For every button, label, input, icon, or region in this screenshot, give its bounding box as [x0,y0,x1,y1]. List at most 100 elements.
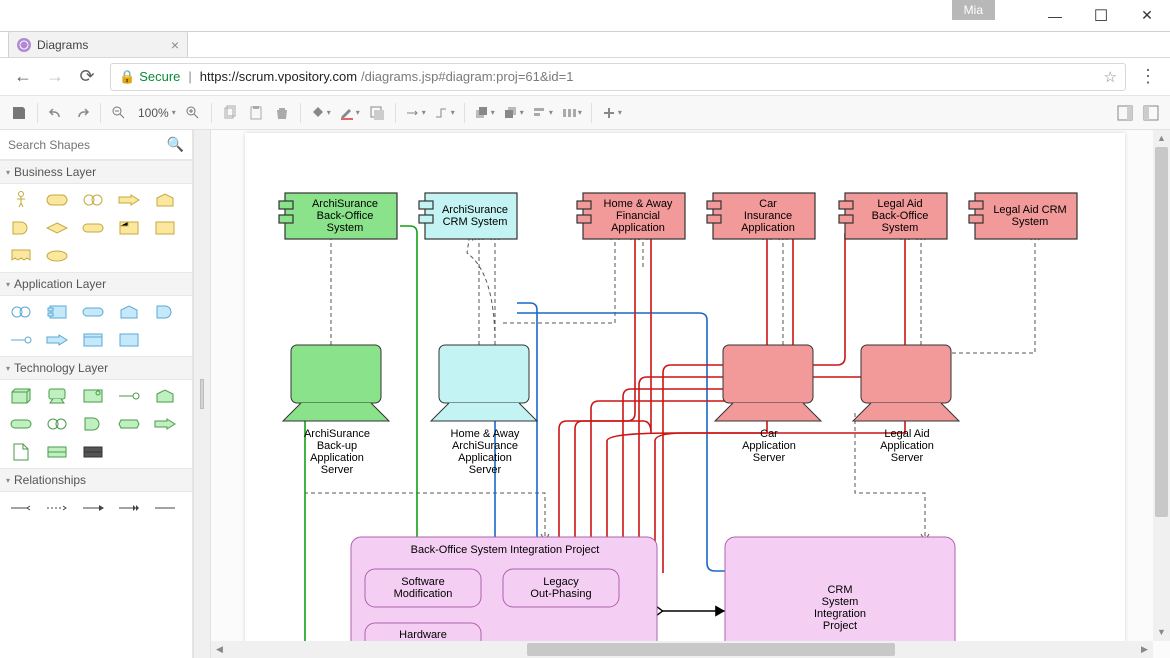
shape-interface-icon[interactable] [10,220,32,236]
shape-appcomp-icon[interactable] [46,304,68,320]
shape-appinterface-icon[interactable] [154,304,176,320]
tab-close-icon[interactable]: × [171,37,179,53]
shape-appinteract-line-icon[interactable] [10,332,32,348]
address-bar[interactable]: 🔒 Secure | https://scrum.vpository.com/d… [110,63,1126,91]
paste-button[interactable] [243,100,269,126]
shape-product-icon[interactable] [118,220,140,236]
vertical-scrollbar[interactable]: ▲▼ [1153,130,1170,641]
palette-group-business[interactable]: Business Layer [0,160,192,184]
shape-techcollab-icon[interactable] [46,416,68,432]
shape-techfunc-icon[interactable] [154,388,176,404]
device-home-away-server[interactable]: Home & Away ArchiSurance Application Ser… [431,345,537,476]
address-path: /diagrams.jsp#diagram:proj=61&id=1 [361,69,573,84]
bookmark-star-icon[interactable]: ☆ [1104,68,1117,86]
to-back-button[interactable] [499,100,528,126]
shadow-button[interactable] [364,100,390,126]
nav-back-button[interactable]: ← [8,62,38,92]
shape-techinterface-icon[interactable] [118,388,140,404]
window-maximize-button[interactable] [1078,0,1124,32]
rel-used-icon[interactable] [46,500,68,516]
zoom-level-dropdown[interactable]: 100% [132,100,180,126]
distribute-button[interactable] [557,100,586,126]
shape-service-icon[interactable] [46,220,68,236]
project-backoffice-integration[interactable]: Back-Office System Integration Project S… [351,537,657,658]
search-shapes-input[interactable] [8,138,167,152]
palette-group-application[interactable]: Application Layer [0,272,192,296]
shape-node-icon[interactable] [10,388,32,404]
shape-techarrow-icon[interactable] [154,416,176,432]
device-car-server[interactable]: Car Application Server [715,345,821,464]
nav-forward-button[interactable]: → [40,62,70,92]
waypoint-button[interactable] [430,100,459,126]
shape-techinterfacehalf-icon[interactable] [82,416,104,432]
shape-value-icon[interactable] [46,248,68,264]
diagram-canvas[interactable]: ArchiSurance Back-Office System ArchiSur… [245,133,1125,658]
outline-panel-button[interactable] [1138,100,1164,126]
delete-button[interactable] [269,100,295,126]
shape-appfunc-icon[interactable] [118,304,140,320]
insert-button[interactable] [597,100,626,126]
browser-menu-button[interactable]: ⋮ [1134,66,1162,87]
shape-appcollab-icon[interactable] [10,304,32,320]
project-crm-integration[interactable]: CRM System Integration Project [725,537,955,658]
window-minimize-button[interactable] [1032,0,1078,32]
component-legal-aid-crm[interactable]: Legal Aid CRM System [969,193,1077,239]
component-car-insurance[interactable]: Car Insurance Application [707,193,815,239]
browser-tab[interactable]: Diagrams × [8,31,188,57]
svg-text:Server: Server [469,464,502,476]
svg-text:Application: Application [611,222,665,234]
shape-dataobj-icon[interactable] [82,332,104,348]
format-panel-button[interactable] [1112,100,1138,126]
palette-group-relationships[interactable]: Relationships [0,468,192,492]
rel-trigger-icon[interactable] [82,500,104,516]
shape-appobj-icon[interactable] [118,332,140,348]
component-archisurance-crm[interactable]: ArchiSurance CRM System [419,193,517,239]
shape-arrow-icon[interactable] [118,192,140,208]
vscroll-thumb[interactable] [1155,147,1168,517]
redo-button[interactable] [69,100,95,126]
shape-techservice-icon[interactable] [10,416,32,432]
hscroll-thumb[interactable] [527,643,895,656]
shape-syssw-icon[interactable] [82,388,104,404]
sidebar-splitter[interactable] [193,130,211,658]
component-home-away[interactable]: Home & Away Financial Application [577,193,685,239]
undo-button[interactable] [43,100,69,126]
shapes-sidebar: 🔍 Business Layer Application Layer [0,130,193,658]
shape-event-icon[interactable] [82,220,104,236]
shape-collab-icon[interactable] [82,192,104,208]
rel-assoc-icon[interactable] [10,500,32,516]
shape-rep-icon[interactable] [10,248,32,264]
copy-button[interactable] [217,100,243,126]
save-button[interactable] [6,100,32,126]
shape-network-icon[interactable] [118,416,140,432]
to-front-button[interactable] [470,100,499,126]
palette-group-technology[interactable]: Technology Layer [0,356,192,380]
rel-line-icon[interactable] [154,500,176,516]
shape-device-icon[interactable] [46,388,68,404]
device-archisurance-backup[interactable]: ArchiSurance Back-up Application Server [283,345,389,476]
component-archisurance-backoffice[interactable]: ArchiSurance Back-Office System [279,193,397,239]
zoom-out-button[interactable] [106,100,132,126]
shape-function-icon[interactable] [154,192,176,208]
component-legal-aid-backoffice[interactable]: Legal Aid Back-Office System [839,193,947,239]
shape-contract-icon[interactable] [154,220,176,236]
shape-techobj2-icon[interactable] [82,444,104,460]
search-icon[interactable]: 🔍 [167,136,184,153]
zoom-in-button[interactable] [180,100,206,126]
window-close-button[interactable] [1124,0,1170,32]
horizontal-scrollbar[interactable]: ◀▶ [211,641,1153,658]
align-button[interactable] [528,100,557,126]
shape-actor-icon[interactable] [10,192,32,208]
nav-reload-button[interactable]: ⟳ [72,62,102,92]
shape-role-icon[interactable] [46,192,68,208]
shape-techobj1-icon[interactable] [46,444,68,460]
shape-artifact-icon[interactable] [10,444,32,460]
shape-appinteract-icon[interactable] [46,332,68,348]
fill-color-button[interactable] [306,100,335,126]
rel-flow-icon[interactable] [118,500,140,516]
connection-button[interactable] [401,100,430,126]
svg-text:Home & Away: Home & Away [604,198,673,210]
device-legal-aid-server[interactable]: Legal Aid Application Server [853,345,959,464]
shape-appservice-icon[interactable] [82,304,104,320]
line-color-button[interactable] [335,100,364,126]
